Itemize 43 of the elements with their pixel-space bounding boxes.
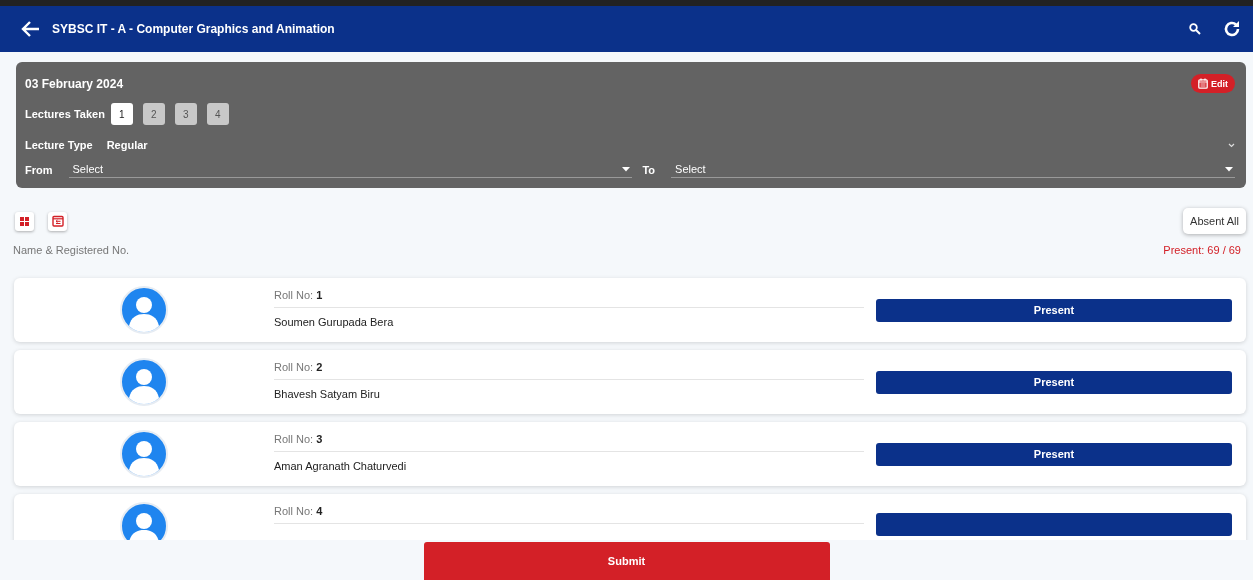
grid-view-button[interactable]	[15, 211, 34, 231]
back-arrow-icon[interactable]	[20, 20, 40, 38]
calendar-return-button[interactable]	[48, 211, 67, 231]
lecture-number-button[interactable]: 1	[110, 103, 133, 125]
refresh-icon[interactable]	[1223, 20, 1241, 38]
date-label: 03 February 2024	[25, 76, 124, 91]
roll-number: Roll No: 1	[274, 289, 864, 308]
attendance-status-button[interactable]: Present	[876, 442, 1232, 466]
caret-down-icon	[622, 166, 631, 172]
student-name: Soumen Gurupada Bera	[274, 316, 395, 328]
avatar-icon	[120, 358, 168, 406]
calendar-return-icon	[51, 215, 64, 227]
from-dropdown[interactable]: Select	[68, 161, 633, 178]
attendance-status-button[interactable]: Present	[876, 298, 1232, 322]
calendar-icon	[1198, 78, 1208, 89]
attendance-status-button[interactable]: Present	[876, 370, 1232, 394]
column-label: Name & Registered No.	[13, 244, 130, 256]
avatar-icon	[120, 430, 168, 478]
lecture-type-value: Regular	[106, 139, 148, 151]
search-icon[interactable]	[1189, 23, 1201, 35]
present-count: Present: 69 / 69	[1163, 244, 1241, 256]
avatar-icon	[120, 286, 168, 334]
from-label: From	[25, 163, 53, 176]
lecture-type-dropdown[interactable]: Regular	[106, 139, 1235, 151]
lecture-type-label: Lecture Type	[25, 139, 93, 151]
roll-number: Roll No: 3	[274, 433, 864, 452]
lectures-label: Lectures Taken	[25, 108, 105, 120]
grid-icon	[20, 216, 29, 226]
page-title: SYBSC IT - A - Computer Graphics and Animation	[52, 22, 335, 36]
caret-down-icon	[1225, 166, 1233, 172]
edit-button[interactable]: Edit	[1191, 74, 1235, 93]
student-name: Bhavesh Satyam Biru	[274, 388, 381, 400]
submit-button[interactable]: Submit	[423, 542, 830, 580]
lecture-number-button[interactable]: 3	[174, 103, 197, 125]
to-dropdown[interactable]: Select	[671, 161, 1235, 178]
roll-number: Roll No: 2	[274, 361, 864, 380]
lecture-number-button[interactable]: 2	[142, 103, 165, 125]
chevron-down-icon	[1228, 142, 1235, 148]
student-name: Aman Agranath Chaturvedi	[274, 460, 408, 472]
absent-all-button[interactable]: Absent All	[1183, 208, 1246, 234]
lecture-number-button[interactable]: 4	[206, 103, 229, 125]
roll-number: Roll No: 4	[274, 505, 864, 524]
to-label: To	[642, 163, 656, 176]
